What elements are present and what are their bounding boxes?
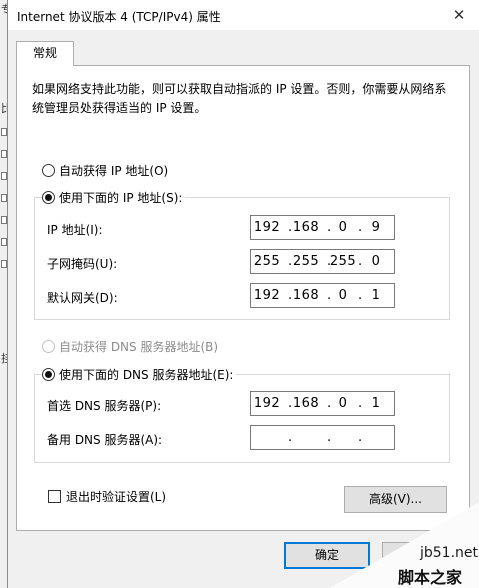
close-icon[interactable]: ✕ [446, 3, 472, 27]
radio-manual-dns-label: 使用下面的 DNS 服务器地址(E): [59, 368, 234, 382]
octet-separator: . [327, 430, 332, 445]
ip-octet: 192 [253, 288, 281, 303]
ip-octet: 0 [338, 220, 348, 235]
alternate-dns-label: 备用 DNS 服务器(A): [47, 433, 163, 447]
radio-auto-dns[interactable]: 自动获得 DNS 服务器地址(B) [42, 338, 222, 355]
description-text: 如果网络支持此功能，则可以获取自动指派的 IP 设置。否则，你需要从网络系统管理… [32, 82, 447, 115]
title-bar[interactable]: Internet 协议版本 4 (TCP/IPv4) 属性 ✕ [8, 0, 479, 30]
alternate-dns-input[interactable]: . . . [250, 425, 395, 450]
subnet-mask-input[interactable]: 255 . 255 . 255 . 0 [250, 249, 395, 274]
ip-octet: 1 [371, 396, 381, 411]
preferred-dns-label: 首选 DNS 服务器(P): [47, 399, 162, 413]
ip-octet: 9 [371, 220, 381, 235]
ip-octet: 255 [292, 254, 320, 269]
radio-manual-dns-circle[interactable] [42, 368, 55, 381]
octet-separator: . [358, 430, 363, 445]
ip-octet: 0 [338, 396, 348, 411]
ip-octet: 1 [371, 288, 381, 303]
radio-manual-ip[interactable]: 使用下面的 IP 地址(S): [42, 189, 186, 206]
default-gateway-input[interactable]: 192 . 168 . 0 . 1 [250, 283, 395, 308]
ip-octet: 255 [329, 254, 357, 269]
radio-manual-dns[interactable]: 使用下面的 DNS 服务器地址(E): [42, 366, 237, 383]
validate-settings-label: 退出时验证设置(L) [66, 490, 167, 504]
ip-octet: 168 [292, 288, 320, 303]
window-title: Internet 协议版本 4 (TCP/IPv4) 属性 [17, 10, 221, 24]
radio-manual-ip-label: 使用下面的 IP 地址(S): [59, 191, 183, 205]
radio-auto-dns-label: 自动获得 DNS 服务器地址(B) [59, 340, 219, 354]
ip-octet: 168 [292, 220, 320, 235]
radio-auto-ip-circle[interactable] [42, 164, 55, 177]
ip-octet: 192 [253, 396, 281, 411]
ip-address-input[interactable]: 192 . 168 . 0 . 9 [250, 215, 395, 240]
ip-address-label: IP 地址(I): [47, 223, 103, 237]
ip-octet: 168 [292, 396, 320, 411]
radio-auto-ip[interactable]: 自动获得 IP 地址(O) [42, 162, 172, 179]
ip-octet: 0 [371, 254, 381, 269]
default-gateway-label: 默认网关(D): [47, 291, 118, 305]
validate-settings-box[interactable] [48, 490, 61, 503]
preferred-dns-input[interactable]: 192 . 168 . 0 . 1 [250, 391, 395, 416]
radio-auto-ip-label: 自动获得 IP 地址(O) [59, 164, 169, 178]
ip-octet: 255 [253, 254, 281, 269]
validate-settings-checkbox[interactable]: 退出时验证设置(L) [48, 488, 170, 505]
ip-octet: 0 [338, 288, 348, 303]
octet-separator: . [288, 430, 293, 445]
watermark-site-name: 脚本之家 [398, 568, 463, 587]
radio-auto-dns-circle[interactable] [42, 340, 55, 353]
subnet-mask-label: 子网掩码(U): [47, 257, 118, 271]
ip-octet: 192 [253, 220, 281, 235]
radio-manual-ip-circle[interactable] [42, 191, 55, 204]
tab-general[interactable]: 常规 [16, 41, 74, 66]
tcpipv4-properties-dialog: Internet 协议版本 4 (TCP/IPv4) 属性 ✕ 常规 如果网络支… [7, 0, 479, 588]
watermark-url: jb51.net [420, 545, 479, 561]
